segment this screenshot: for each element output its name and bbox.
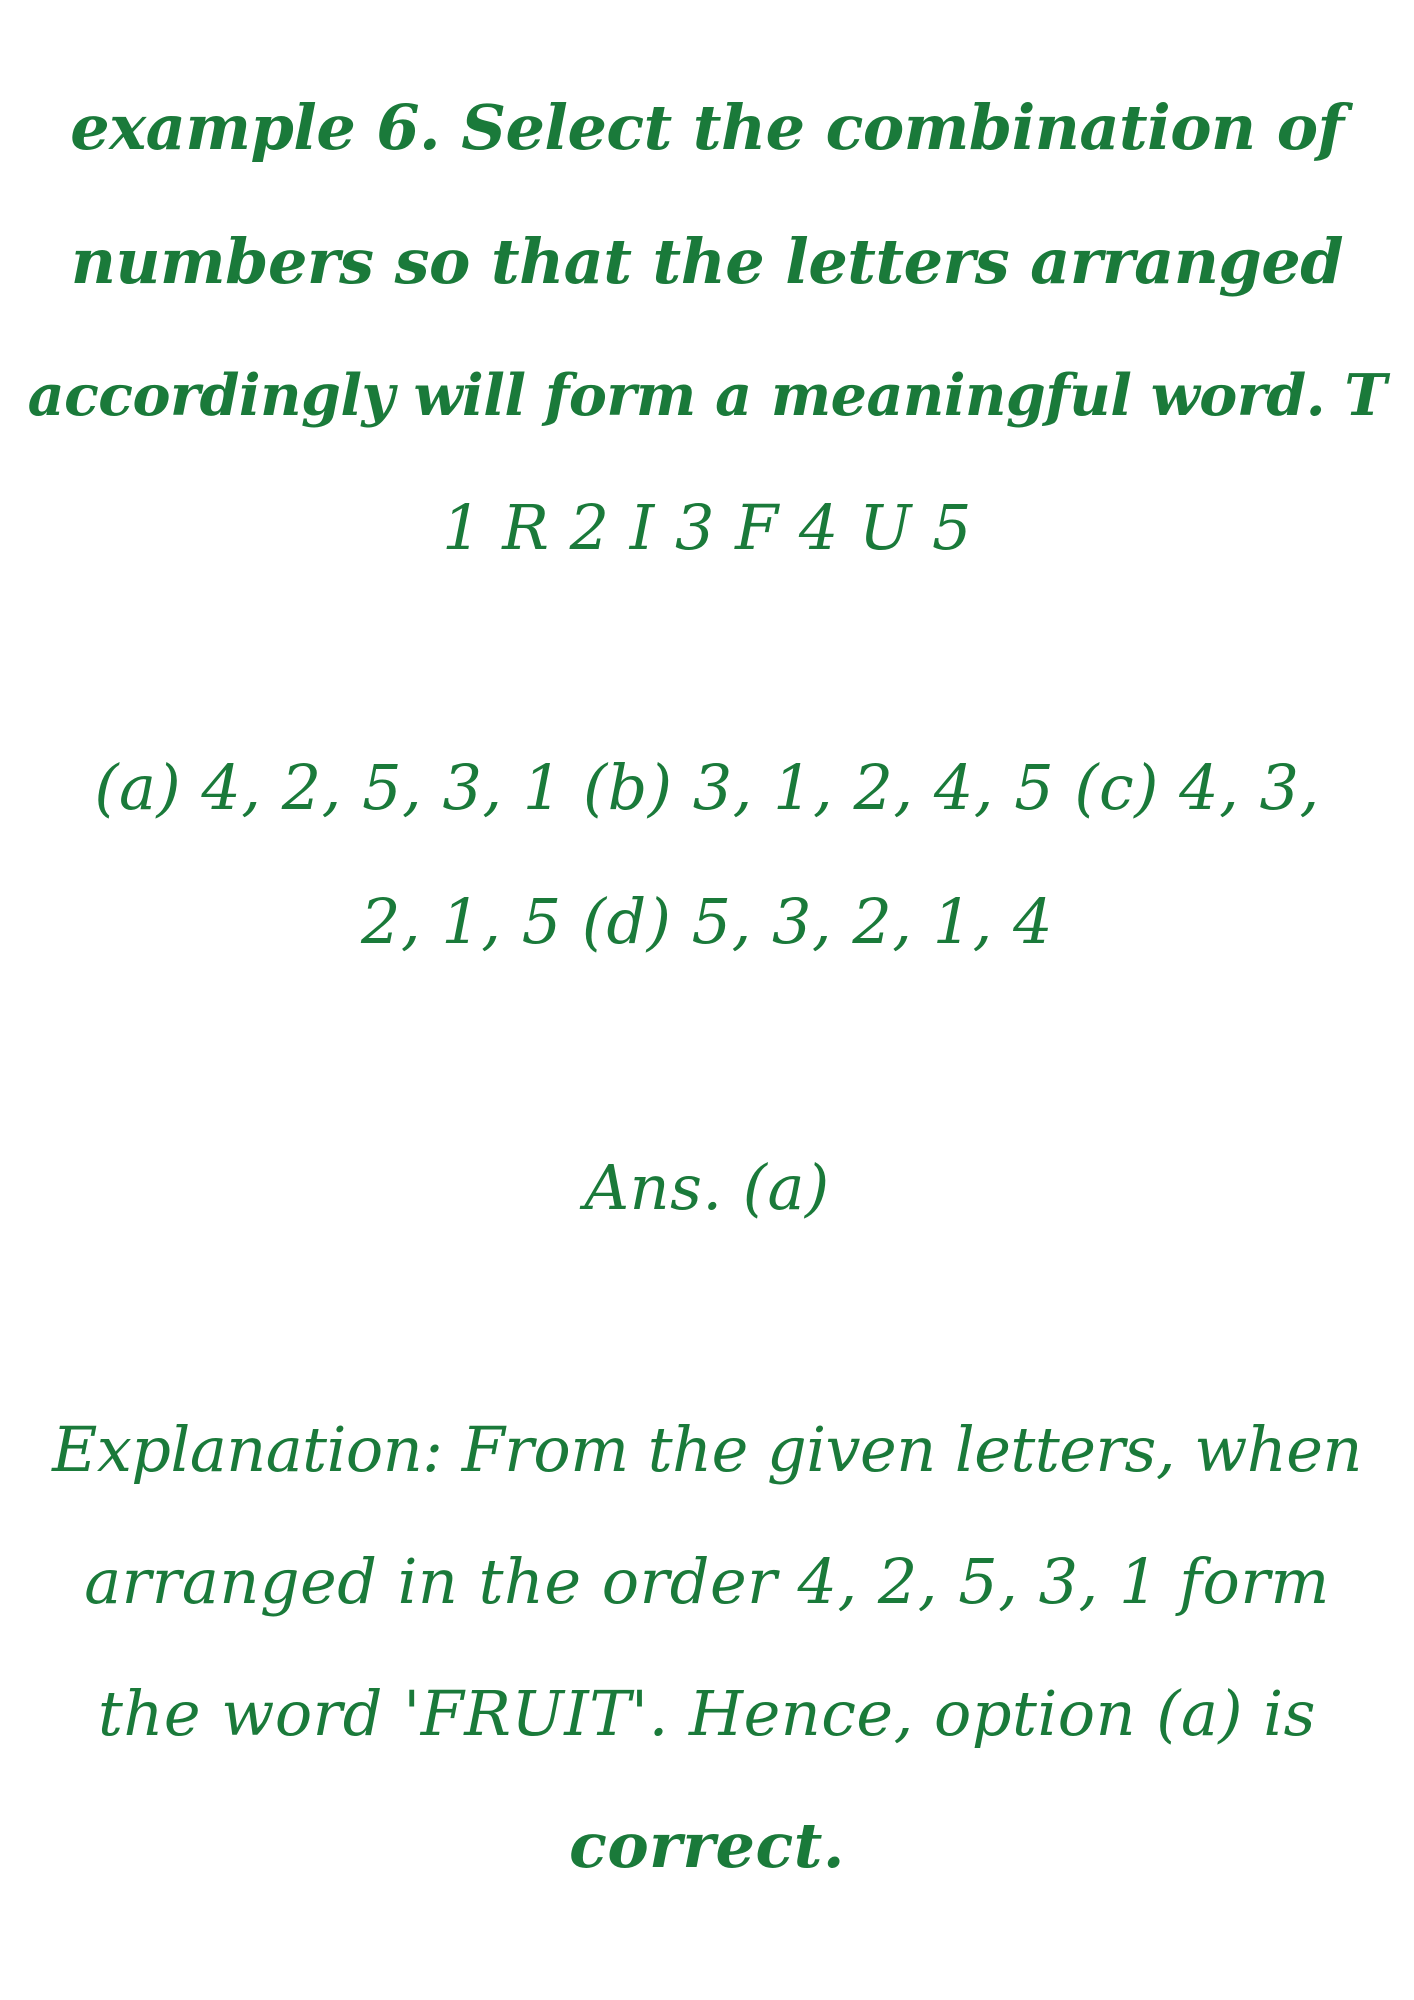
page: example 6. Select the combination of num… [0, 0, 1414, 2000]
options-line-1: (a) 4, 2, 5, 3, 1 (b) 3, 1, 2, 4, 5 (c) … [94, 751, 1320, 824]
question-line-2: numbers so that the letters arranged [70, 225, 1344, 298]
options-line-2: 2, 1, 5 (d) 5, 3, 2, 1, 4 [360, 885, 1054, 958]
question-line-1: example 6. Select the combination of [70, 91, 1344, 164]
question-line-3: accordingly will form a meaningful word.… [27, 362, 1387, 429]
answer: Ans. (a) [584, 1151, 830, 1224]
explanation-line-1: Explanation: From the given letters, whe… [52, 1413, 1362, 1486]
question-letters: 1 R 2 I 3 F 4 U 5 [442, 491, 972, 564]
explanation-line-3: the word 'FRUIT'. Hence, option (a) is [98, 1677, 1316, 1750]
explanation-line-4: correct. [569, 1809, 845, 1882]
explanation-line-2: arranged in the order 4, 2, 5, 3, 1 form [84, 1545, 1330, 1618]
